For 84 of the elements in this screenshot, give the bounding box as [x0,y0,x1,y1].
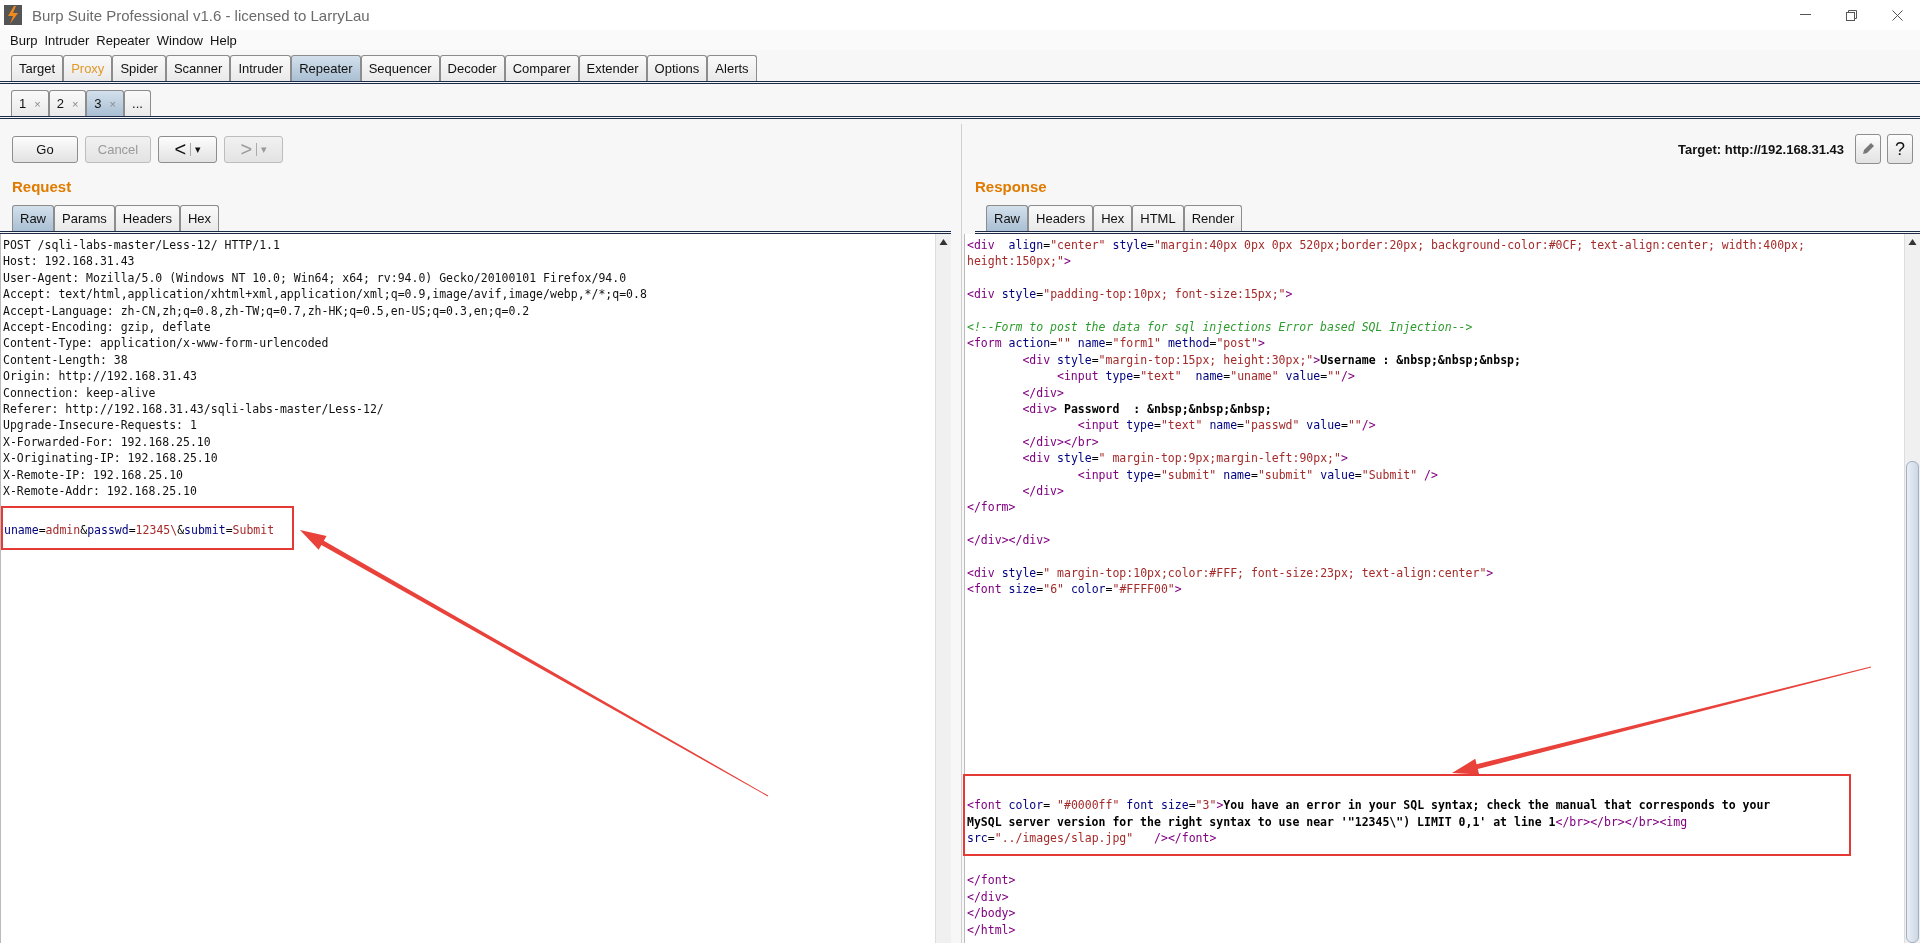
tab[interactable]: Options [646,55,708,81]
code-line: </div> [1021,483,1065,500]
history-button[interactable]: < ▾ [158,135,217,163]
code-line: </div></div> [967,532,1052,549]
app-logo-icon [4,5,22,25]
code-line: <div style="margin-top:15px; height:30px;">Username : &nbsp;&nbsp;&nbsp; [1021,351,1522,369]
menu-item[interactable]: Repeater [96,32,150,48]
tab[interactable]: Sequencer [360,55,440,81]
code-line: <div style=" margin-top:10px;color:#FFF; font-size:23px; text-align:center"> [967,565,1495,582]
code-line: X-Remote-IP: 192.168.25.10 [3,466,184,484]
new-tab-button[interactable]: ... [124,90,151,116]
pencil-icon [1860,141,1876,157]
code-line: Accept-Language: zh-CN,zh;q=0.8,zh-TW;q=0.7,zh-HK;q=0.5,en-US;q=0.3,en;q=0.2 [3,302,531,320]
tab[interactable]: Raw [986,205,1028,231]
code-line: Content-Type: application/x-www-form-urlencoded [3,335,330,352]
code-line: <!--Form to post the data for sql injections Error based SQL Injection--> [967,319,1474,336]
code-line: <font size="6" color="#FFFF00"> [967,581,1183,598]
code-line: <font color= "#0000ff" font size="3">You have an error in your SQL syntax; check the manual that corresponds to your MySQL server version for the right syntax to use near '"12345\") LIMIT 0,1' at line 1</br></br></br><img src="../images/slap.jpg" /></font> [967,797,1772,847]
code-line: <input type="text" name="uname" value=""/> [1056,368,1356,385]
tab[interactable]: Scanner [165,55,231,81]
window-title: Burp Suite Professional v1.6 - licensed to LarryLau [32,6,371,24]
code-line: <input type="text" name="passwd" value=""/> [1076,417,1377,434]
code-line: Origin: http://192.168.31.43 [3,368,198,385]
code-line: Referer: http://192.168.31.43/sqli-labs-master/Less-12/ [3,401,385,418]
target-label: Target: http://192.168.31.43 [1678,141,1844,157]
tab[interactable]: HTML [1132,205,1184,231]
tab[interactable]: 2 × [48,90,87,116]
edit-button[interactable] [1855,134,1881,164]
tab[interactable]: Intruder [230,55,292,81]
pane-title: Request [11,176,73,197]
code-line: Upgrade-Insecure-Requests: 1 [3,417,198,434]
tab[interactable]: Comparer [504,55,579,81]
tab[interactable]: 1 × [11,90,49,116]
code-line: <div> Password : &nbsp;&nbsp;&nbsp; [1021,401,1273,418]
tab[interactable]: Headers [1028,205,1094,231]
code-line: </body> [967,905,1017,922]
help-button[interactable]: ? [1887,134,1913,164]
tab[interactable]: Repeater [291,55,361,81]
code-line: X-Forwarded-For: 192.168.25.10 [3,433,212,451]
menu-item[interactable]: Burp [10,32,38,48]
menu-item[interactable]: Window [156,32,203,48]
scroll-up-icon[interactable] [1908,238,1917,246]
code-line: </form> [967,499,1017,516]
code-line: Host: 192.168.31.43 [3,253,136,270]
tab[interactable]: Extender [578,55,647,81]
code-line: User-Agent: Mozilla/5.0 (Windows NT 10.0; Win64; x64; rv:94.0) Gecko/20100101 Firefox/94.0 [3,269,628,287]
menu-item[interactable]: Intruder [44,32,90,48]
scroll-up-icon[interactable] [939,238,948,246]
code-line: <input type="submit" name="submit" value="Submit" /> [1076,466,1439,484]
tab[interactable]: Hex [1093,205,1133,231]
tab[interactable]: Target [11,55,64,81]
pane-title: Response [975,176,1048,197]
tab[interactable]: Alerts [707,55,757,81]
tab[interactable]: Render [1183,205,1243,231]
close-icon [1891,9,1903,21]
tab[interactable]: Params [54,205,115,231]
code-line: </html> [967,921,1017,939]
minimize-icon [1799,14,1811,16]
code-line: POST /sqli-labs-master/Less-12/ HTTP/1.1 [3,237,281,254]
restore-icon [1845,9,1857,21]
scrollbar-thumb[interactable] [1906,461,1919,943]
code-line: Accept: text/html,application/xhtml+xml,application/xml;q=0.9,image/avif,image/webp,*/*;q=0.8 [3,286,648,303]
code-line: <div style=" margin-top:9px;margin-left:90px;"> [1021,450,1349,467]
code-line: Connection: keep-alive [3,384,157,402]
code-line: </div> [967,888,1010,906]
tab[interactable]: Spider [112,55,166,81]
code-line: Accept-Encoding: gzip, deflate [3,319,212,336]
code-line: <form action="" name="form1" method="post"> [967,335,1266,352]
menu-item[interactable]: Help [210,32,237,48]
code-line: X-Originating-IP: 192.168.25.10 [3,450,219,467]
code-line: </font> [967,872,1017,889]
tab[interactable]: Decoder [439,55,505,81]
tab[interactable]: Headers [114,205,180,231]
code-line: X-Remote-Addr: 192.168.25.10 [3,483,198,500]
tab[interactable]: 3 × [86,90,124,116]
code-line: Content-Length: 38 [3,351,129,369]
code-line: </div></br> [1021,433,1100,451]
code-line: <div style="padding-top:10px; font-size:15px;"> [967,286,1294,303]
code-line: </div> [1021,384,1065,402]
tab[interactable]: Hex [179,205,220,231]
request-body-line: uname=admin&passwd=12345\&submit=Submit [4,521,275,538]
code-line: <div align="center" style="margin:40px 0px 0px 520px;border:20px; background-color:#0CF; text-align:center; width:400px; height:150px;"> [967,237,1806,270]
action-button[interactable]: Go [12,135,78,163]
tab[interactable]: Raw [12,205,54,231]
